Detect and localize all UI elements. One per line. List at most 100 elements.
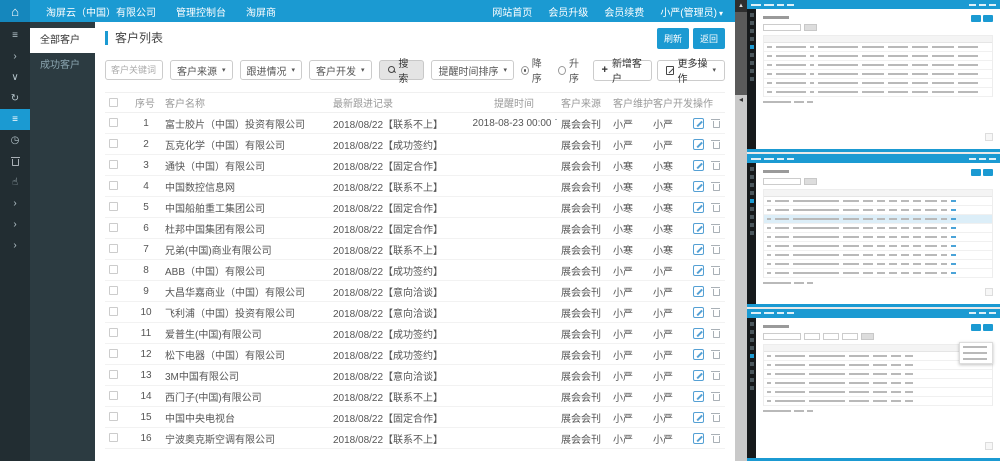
row-checkbox[interactable] bbox=[109, 181, 118, 190]
nav-member-renew[interactable]: 会员续费 bbox=[604, 4, 644, 19]
chevron-right-icon[interactable]: › bbox=[0, 46, 30, 67]
edit-button[interactable] bbox=[693, 307, 704, 318]
row-checkbox[interactable] bbox=[109, 223, 118, 232]
row-checkbox[interactable] bbox=[109, 244, 118, 253]
delete-button[interactable] bbox=[711, 370, 720, 381]
develop-select[interactable]: 客户开发▾ bbox=[309, 60, 372, 80]
scroll-up-icon[interactable]: ▲ bbox=[735, 0, 747, 12]
mini-cell bbox=[818, 73, 858, 75]
mini-cell bbox=[901, 245, 909, 247]
edit-button[interactable] bbox=[693, 202, 704, 213]
chevron-right-icon[interactable]: › bbox=[0, 214, 30, 235]
edit-button[interactable] bbox=[693, 370, 704, 381]
collapse-panel-icon[interactable]: ◂ bbox=[735, 95, 747, 104]
keyword-input[interactable] bbox=[105, 60, 163, 80]
asc-radio[interactable]: 升序 bbox=[558, 55, 585, 85]
delete-button[interactable] bbox=[711, 328, 720, 339]
row-checkbox[interactable] bbox=[109, 349, 118, 358]
edit-button[interactable] bbox=[693, 328, 704, 339]
home-icon[interactable]: ⌂ bbox=[0, 0, 30, 22]
row-checkbox[interactable] bbox=[109, 118, 118, 127]
edit-button[interactable] bbox=[693, 412, 704, 423]
delete-button[interactable] bbox=[711, 244, 720, 255]
edit-button[interactable] bbox=[693, 118, 704, 129]
select-all-checkbox[interactable] bbox=[109, 98, 118, 107]
delete-button[interactable] bbox=[711, 223, 720, 234]
row-checkbox[interactable] bbox=[109, 412, 118, 421]
source-select[interactable]: 客户来源▾ bbox=[170, 60, 233, 80]
row-actions bbox=[693, 223, 721, 234]
edit-button[interactable] bbox=[693, 286, 704, 297]
delete-button[interactable] bbox=[711, 433, 720, 444]
row-checkbox[interactable] bbox=[109, 139, 118, 148]
edit-button[interactable] bbox=[693, 160, 704, 171]
thumbs-up-icon[interactable]: ☝ bbox=[0, 172, 30, 193]
delete-button[interactable] bbox=[711, 307, 720, 318]
scrollbar-thumb[interactable] bbox=[735, 12, 747, 95]
mini-cell bbox=[913, 263, 921, 265]
delete-button[interactable] bbox=[711, 265, 720, 276]
row-checkbox[interactable] bbox=[109, 433, 118, 442]
row-checkbox[interactable] bbox=[109, 328, 118, 337]
sidebar-item-success-customers[interactable]: 成功客户 bbox=[30, 53, 95, 78]
nav-site-home[interactable]: 网站首页 bbox=[492, 4, 532, 19]
sort-select[interactable]: 提醒时间排序▾ bbox=[431, 60, 514, 80]
row-checkbox[interactable] bbox=[109, 202, 118, 211]
trash-icon[interactable] bbox=[0, 151, 30, 172]
history-icon[interactable]: ◷ bbox=[0, 130, 30, 151]
mini-table-row bbox=[764, 88, 992, 97]
refresh-button[interactable]: 刷新 bbox=[657, 28, 689, 49]
row-checkbox[interactable] bbox=[109, 160, 118, 169]
preview-top[interactable] bbox=[747, 0, 1000, 152]
preview-bottom[interactable] bbox=[747, 309, 1000, 461]
delete-button[interactable] bbox=[711, 286, 720, 297]
mini-cell bbox=[862, 46, 884, 48]
edit-button[interactable] bbox=[693, 265, 704, 276]
desc-radio[interactable]: 降序 bbox=[521, 55, 548, 85]
nav-company[interactable]: 淘屏云（中国）有限公司 bbox=[46, 4, 156, 19]
delete-button[interactable] bbox=[711, 181, 720, 192]
row-checkbox[interactable] bbox=[109, 391, 118, 400]
nav-user-menu[interactable]: 小严(管理员)▾ bbox=[660, 4, 723, 19]
edit-button[interactable] bbox=[693, 391, 704, 402]
nav-member-upgrade[interactable]: 会员升级 bbox=[548, 4, 588, 19]
back-button[interactable]: 返回 bbox=[693, 28, 725, 49]
preview-middle[interactable] bbox=[747, 154, 1000, 306]
mini-rail-icon bbox=[750, 199, 754, 203]
row-checkbox[interactable] bbox=[109, 307, 118, 316]
edit-button[interactable] bbox=[693, 139, 704, 150]
chevron-down-icon: ▾ bbox=[361, 66, 365, 74]
vertical-scrollbar[interactable]: ▲ ◂ bbox=[735, 0, 747, 461]
nav-shop[interactable]: 淘屏商 bbox=[246, 4, 276, 19]
edit-button[interactable] bbox=[693, 244, 704, 255]
delete-button[interactable] bbox=[711, 202, 720, 213]
delete-button[interactable] bbox=[711, 160, 720, 171]
chevron-down-icon[interactable]: ∨ bbox=[0, 67, 30, 88]
cell-checkbox bbox=[105, 281, 131, 302]
search-button[interactable]: 搜索 bbox=[379, 60, 425, 80]
row-checkbox[interactable] bbox=[109, 370, 118, 379]
edit-button[interactable] bbox=[693, 181, 704, 192]
add-customer-button[interactable]: +新增客户 bbox=[593, 60, 653, 81]
edit-button[interactable] bbox=[693, 223, 704, 234]
chevron-right-icon[interactable]: › bbox=[0, 235, 30, 256]
edit-button[interactable] bbox=[693, 433, 704, 444]
follow-select[interactable]: 跟进情况▾ bbox=[240, 60, 303, 80]
delete-button[interactable] bbox=[711, 139, 720, 150]
sidebar-item-all-customers[interactable]: 全部客户 bbox=[30, 28, 95, 53]
menu-icon[interactable]: ≡ bbox=[0, 25, 30, 46]
delete-button[interactable] bbox=[711, 349, 720, 360]
mini-cell bbox=[775, 272, 789, 274]
table-row: 16宁波奥克斯空调有限公司2018/08/22【联系不上】展会会刊小严小严 bbox=[105, 428, 725, 449]
chevron-right-icon[interactable]: › bbox=[0, 193, 30, 214]
delete-button[interactable] bbox=[711, 412, 720, 423]
edit-button[interactable] bbox=[693, 349, 704, 360]
refresh-icon[interactable]: ↻ bbox=[0, 88, 30, 109]
nav-console[interactable]: 管理控制台 bbox=[176, 4, 226, 19]
more-actions-button[interactable]: 更多操作▾ bbox=[657, 60, 725, 81]
row-checkbox[interactable] bbox=[109, 265, 118, 274]
row-checkbox[interactable] bbox=[109, 286, 118, 295]
customer-list-icon[interactable]: ≡ bbox=[0, 109, 30, 130]
delete-button[interactable] bbox=[711, 118, 720, 129]
delete-button[interactable] bbox=[711, 391, 720, 402]
